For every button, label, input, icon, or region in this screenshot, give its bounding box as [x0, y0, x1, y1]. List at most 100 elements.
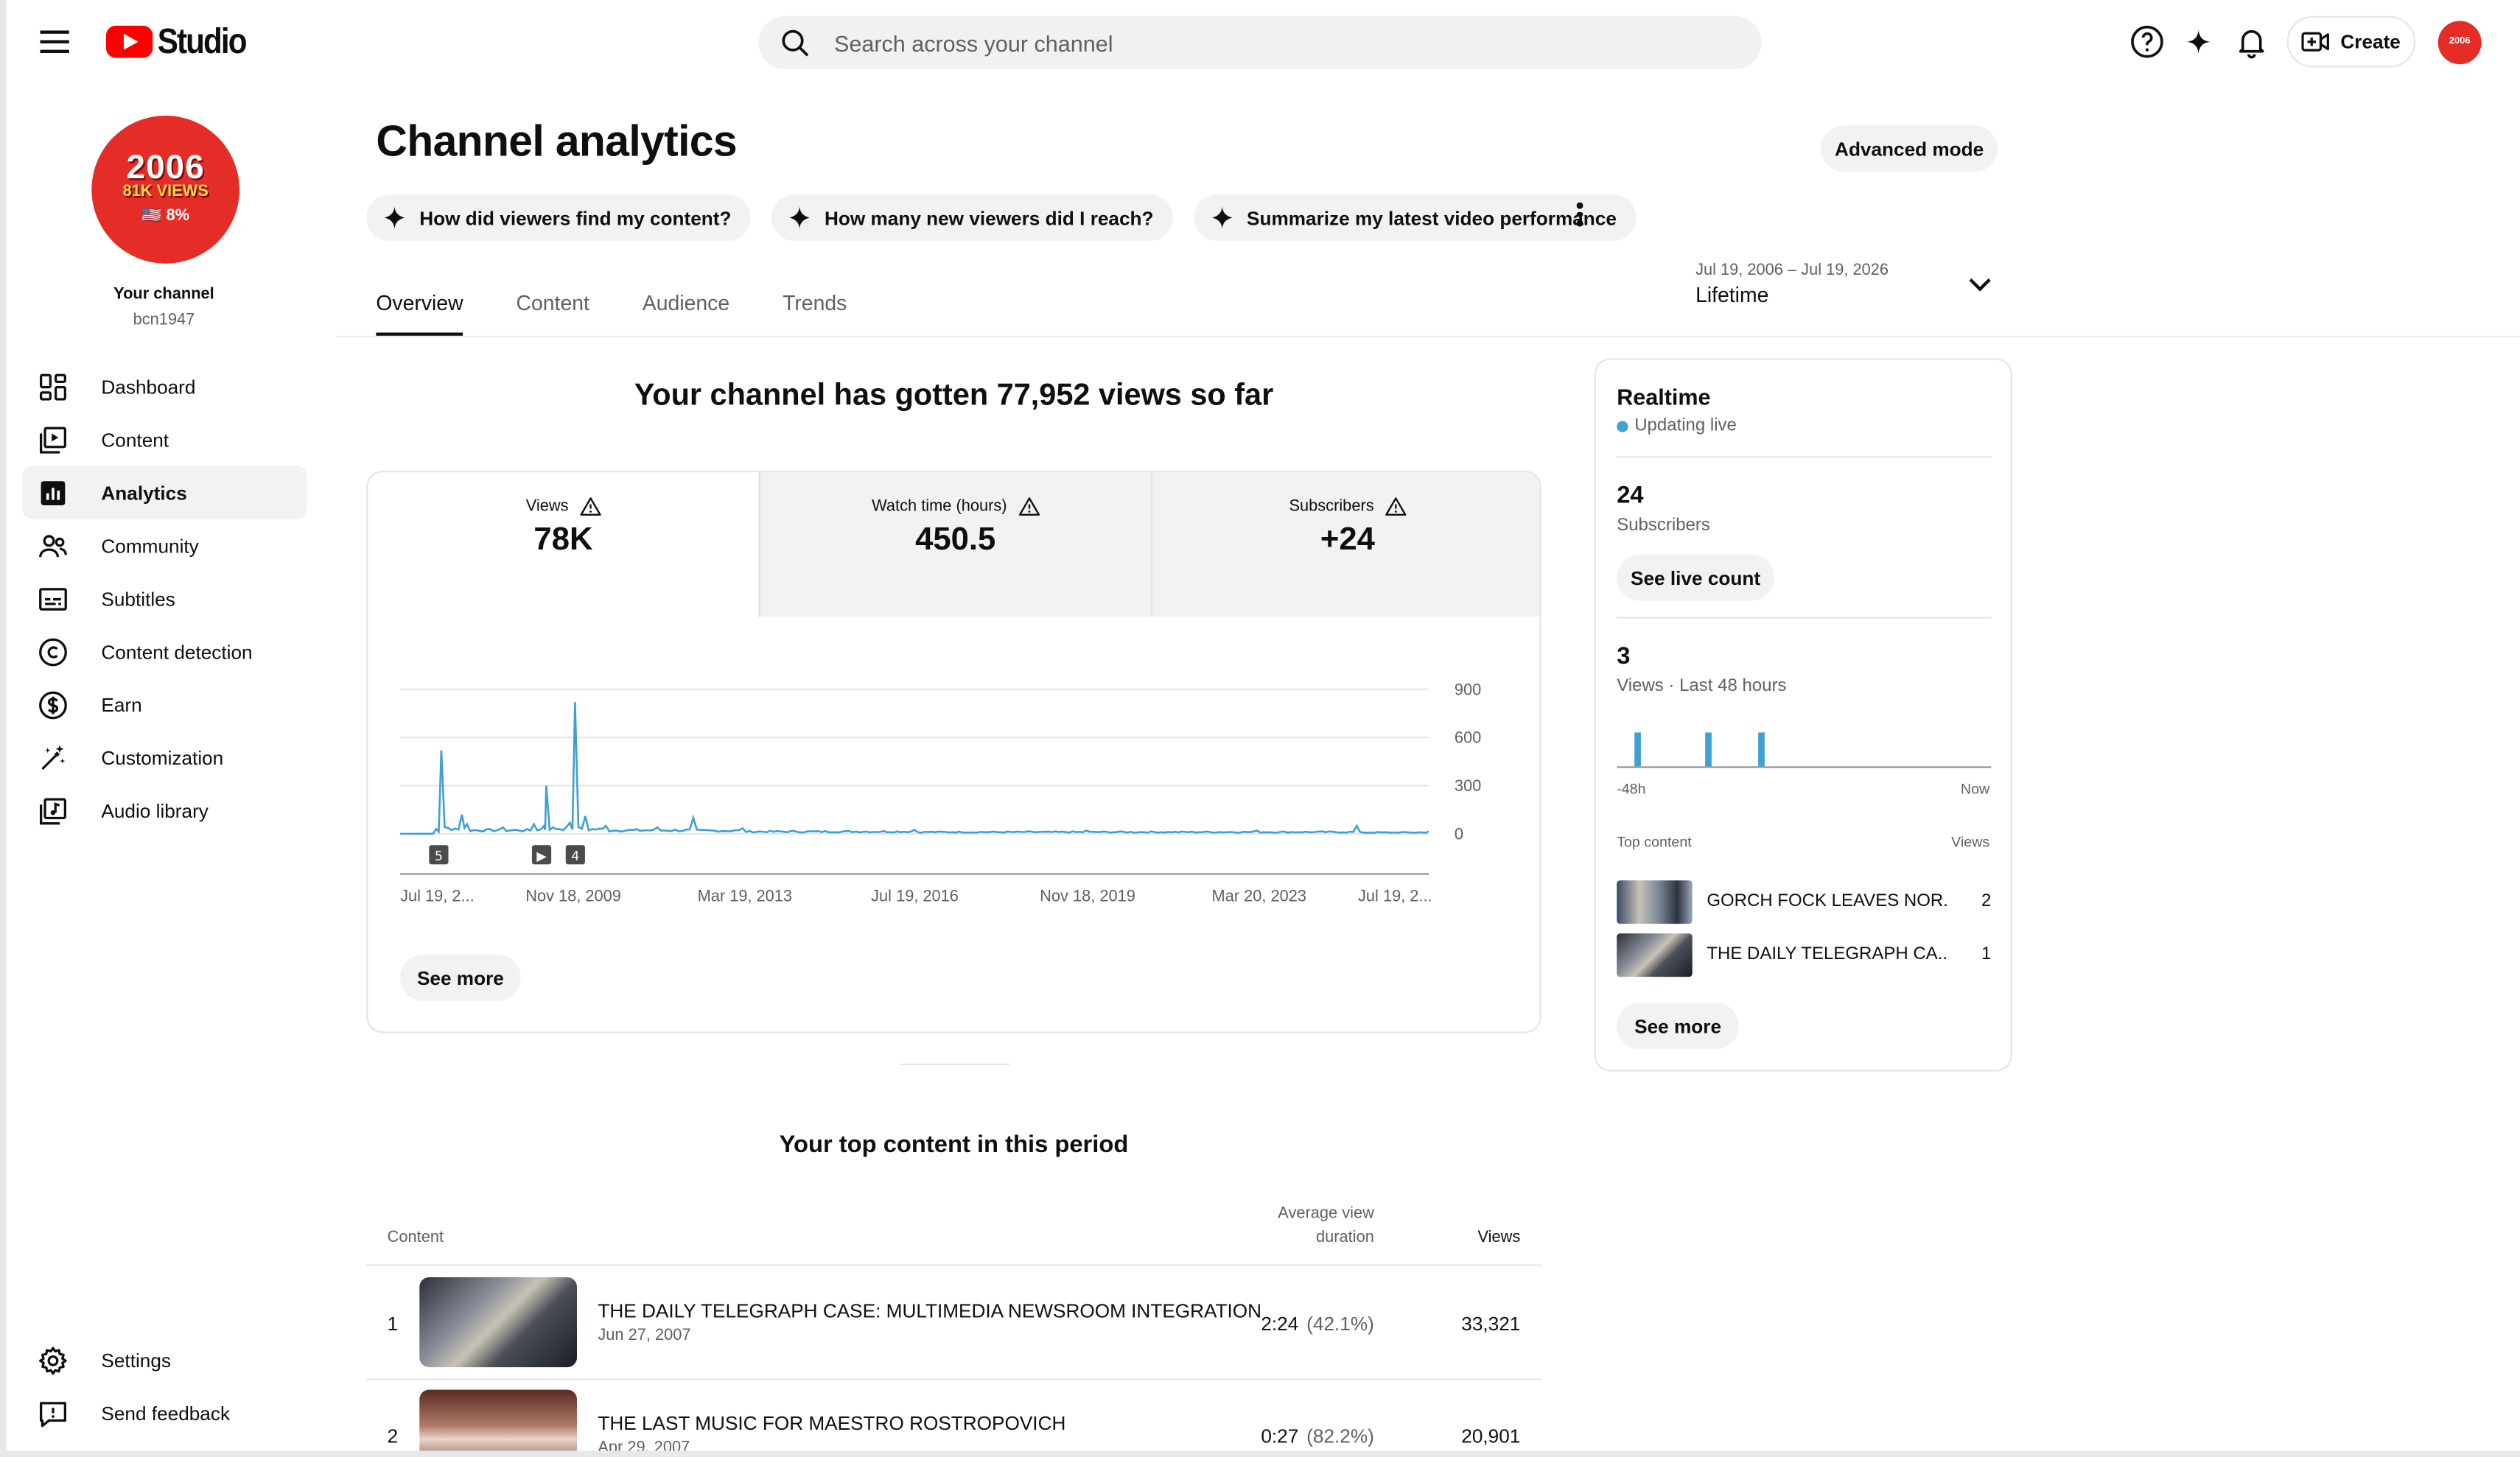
sidebar-item-subtitles[interactable]: Subtitles [23, 572, 307, 625]
axis-end: Now [1960, 781, 1990, 797]
search-icon [782, 29, 809, 56]
sidebar-item-audio-library[interactable]: Audio library [23, 784, 307, 837]
column-views[interactable]: Views [1427, 1229, 1521, 1247]
feedback-icon [39, 1401, 66, 1427]
dollar-icon [39, 690, 67, 719]
metric-tab-subscribers[interactable]: Subscribers +24 [1150, 472, 1540, 617]
see-live-count-button[interactable]: See live count [1617, 554, 1774, 601]
realtime-views-label: Views · Last 48 hours [1617, 676, 1787, 696]
channel-avatar[interactable]: 2006 81K VIEWS 🇺🇸 8% [91, 116, 239, 264]
tab-content[interactable]: Content [517, 291, 589, 336]
realtime-divider [1617, 456, 1992, 458]
realtime-top-item[interactable]: GORCH FOCK LEAVES NOR... 2 [1617, 880, 1991, 925]
realtime-bar[interactable] [1705, 732, 1712, 767]
search-bar[interactable] [758, 15, 1762, 69]
suggestion-chip[interactable]: How did viewers find my content? [366, 194, 751, 242]
see-more-button[interactable]: See more [400, 954, 521, 1001]
sidebar-item-earn[interactable]: Earn [23, 678, 307, 731]
sidebar-item-settings[interactable]: Settings [23, 1333, 307, 1386]
create-button[interactable]: Create [2286, 15, 2416, 68]
video-title[interactable]: THE DAILY TELEGRAPH CA... [1707, 944, 1947, 963]
chip-label: How many new viewers did I reach? [824, 206, 1154, 229]
column-average-view-duration[interactable]: Average view duration [1234, 1201, 1374, 1249]
sidebar-bottom-nav: Settings Send feedback [23, 1333, 307, 1439]
date-range-picker[interactable]: Jul 19, 2006 – Jul 19, 2026 Lifetime [1695, 262, 2001, 320]
video-thumbnail[interactable] [1617, 880, 1693, 924]
suggestion-chip[interactable]: How many new viewers did I reach? [771, 194, 1173, 242]
subscriber-count: 24 [1617, 482, 1644, 510]
x-tick-label: Jul 19, 2... [1358, 887, 1432, 905]
avatar-year: 2006 [126, 149, 205, 187]
sidebar-item-label: Dashboard [101, 375, 196, 398]
help-icon[interactable] [2129, 24, 2165, 60]
video-add-icon [2302, 32, 2330, 52]
advanced-mode-button[interactable]: Advanced mode [1821, 125, 1998, 172]
metric-tab-views[interactable]: Views 78K [368, 472, 759, 617]
metric-label: Watch time (hours) [872, 497, 1007, 516]
marker-label: 4 [571, 849, 579, 864]
chart-marker[interactable]: 5 [429, 845, 449, 865]
sidebar: 2006 81K VIEWS 🇺🇸 8% Your channel bcn194… [7, 83, 328, 1449]
live-status: Updating live [1617, 416, 1737, 435]
subscriber-label: Subscribers [1617, 516, 1710, 536]
sidebar-item-label: Earn [101, 693, 142, 716]
account-avatar[interactable]: 2006 [2437, 21, 2482, 65]
video-thumbnail[interactable] [1617, 933, 1693, 977]
x-tick-label: Mar 20, 2023 [1212, 887, 1306, 905]
warning-icon[interactable] [1385, 496, 1407, 516]
sidebar-item-label: Audio library [101, 799, 209, 822]
sidebar-item-customization[interactable]: Customization [23, 731, 307, 784]
subtitles-icon [39, 587, 67, 610]
sidebar-item-label: Content [101, 428, 169, 451]
realtime-bar[interactable] [1758, 732, 1765, 767]
magic-wand-icon [41, 744, 66, 770]
chart-marker[interactable]: ▶ [531, 845, 552, 865]
row-rank: 2 [387, 1425, 399, 1448]
tab-trends[interactable]: Trends [783, 291, 847, 336]
notifications-icon[interactable] [2234, 24, 2269, 60]
logo-text: Studio [157, 21, 248, 61]
sidebar-item-community[interactable]: Community [23, 519, 307, 572]
audio-library-icon [39, 797, 66, 824]
marker-label: ▶ [536, 849, 547, 864]
y-tick-label: 0 [1455, 825, 1463, 843]
video-thumbnail[interactable] [419, 1389, 578, 1457]
sidebar-item-content-detection[interactable]: Content detection [23, 625, 307, 678]
sidebar-item-send-feedback[interactable]: Send feedback [23, 1386, 307, 1439]
tab-overview[interactable]: Overview [376, 291, 463, 336]
tab-audience[interactable]: Audience [643, 291, 729, 336]
warning-icon[interactable] [1018, 496, 1040, 516]
avd-percent: (42.1%) [1306, 1312, 1374, 1335]
y-tick-label: 600 [1455, 728, 1481, 747]
realtime-see-more-button[interactable]: See more [1617, 1003, 1739, 1050]
analytics-icon [41, 480, 66, 505]
realtime-top-item[interactable]: THE DAILY TELEGRAPH CA... 1 [1617, 933, 1991, 978]
live-label: Updating live [1634, 415, 1737, 436]
date-range: Jul 19, 2006 – Jul 19, 2026 [1695, 261, 1889, 280]
table-row[interactable]: 2 THE LAST MUSIC FOR MAESTRO ROSTROPOVICH… [366, 1380, 1541, 1457]
search-input[interactable] [833, 29, 1702, 56]
video-thumbnail[interactable] [419, 1277, 578, 1368]
sidebar-item-dashboard[interactable]: Dashboard [23, 360, 307, 413]
video-views: 33,321 [1461, 1312, 1521, 1335]
table-row[interactable]: 1 THE DAILY TELEGRAPH CASE: MULTIMEDIA NE… [366, 1268, 1541, 1380]
video-title[interactable]: GORCH FOCK LEAVES NOR... [1707, 892, 1947, 911]
more-options-icon[interactable] [1575, 202, 1584, 231]
suggestion-chip[interactable]: Summarize my latest video performance [1194, 194, 1637, 242]
sidebar-item-analytics[interactable]: Analytics [22, 466, 307, 519]
community-icon [39, 534, 67, 557]
menu-icon[interactable] [38, 26, 71, 58]
metric-tab-watch[interactable]: Watch time (hours) 450.5 [758, 472, 1151, 617]
avd-value: 0:27 [1261, 1425, 1299, 1448]
sidebar-item-label: Send feedback [101, 1402, 231, 1425]
realtime-bar[interactable] [1634, 732, 1641, 767]
studio-logo[interactable]: Studio [105, 21, 258, 63]
realtime-divider [1617, 617, 1992, 619]
chart-marker[interactable]: 4 [565, 845, 585, 865]
warning-icon[interactable] [579, 496, 601, 516]
axis-start: -48h [1617, 781, 1646, 797]
top-bar: Studio Create 2006 [0, 0, 2520, 83]
avatar-year-small: 2006 [2449, 37, 2471, 47]
sidebar-item-content[interactable]: Content [23, 413, 307, 466]
sparkle-icon[interactable] [2181, 24, 2216, 60]
